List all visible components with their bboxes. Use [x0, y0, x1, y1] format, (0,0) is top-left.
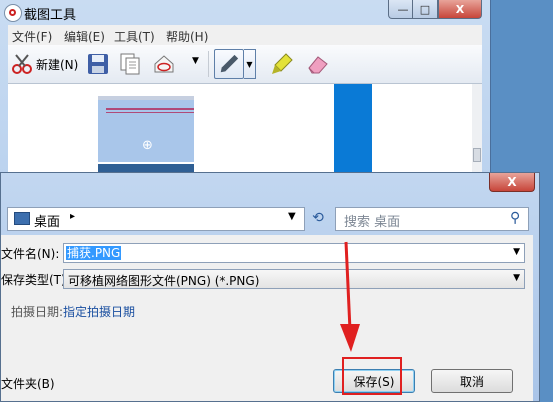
- search-placeholder: 搜索 桌面: [344, 215, 401, 230]
- filetype-select[interactable]: 可移植网络图形文件(PNG) (*.PNG) ▼: [63, 269, 525, 289]
- maximize-button[interactable]: □: [412, 0, 438, 19]
- thumbnail-line: [106, 108, 194, 110]
- search-box[interactable]: 搜索 桌面 ⚲: [335, 207, 529, 231]
- filename-dropdown-icon[interactable]: ▼: [513, 247, 520, 257]
- zoom-icon: ⊕: [142, 138, 153, 153]
- window-title: 截图工具: [24, 8, 77, 23]
- pen-dropdown-button[interactable]: ▼: [244, 49, 256, 79]
- date-label: 拍摄日期:: [11, 305, 64, 319]
- eraser-icon[interactable]: [306, 52, 330, 76]
- hide-folders-toggle[interactable]: 文件夹(B): [1, 375, 55, 392]
- annotation-arrow-icon: [340, 241, 360, 352]
- send-dropdown-arrow-icon[interactable]: ▼: [192, 56, 199, 66]
- filetype-value: 可移植网络图形文件(PNG) (*.PNG): [68, 274, 260, 288]
- close-button[interactable]: X: [438, 0, 482, 19]
- pen-icon: [220, 54, 239, 73]
- annotation-highlight-box: [342, 357, 402, 395]
- dialog-close-button[interactable]: X: [489, 173, 535, 192]
- save-as-dialog: X 桌面 ▸ ▼ ⟲ 搜索 桌面 ⚲ 文件名(N): 捕获.PNG ▼ 保存类型…: [0, 172, 540, 402]
- refresh-icon[interactable]: ⟲: [307, 207, 329, 229]
- snipping-tool-icon: [4, 4, 22, 22]
- scissors-icon: [12, 54, 32, 74]
- pen-button[interactable]: [214, 49, 244, 79]
- address-bar[interactable]: 桌面 ▸ ▼: [7, 207, 305, 231]
- title-bar: 截图工具 — □ X: [0, 0, 490, 24]
- search-icon[interactable]: ⚲: [510, 210, 520, 226]
- menu-tools[interactable]: 工具(T): [114, 28, 155, 45]
- filetype-label: 保存类型(T):: [1, 273, 70, 287]
- date-link[interactable]: 指定拍摄日期: [63, 303, 135, 320]
- filename-label: 文件名(N):: [1, 247, 60, 261]
- menu-file[interactable]: 文件(F): [12, 28, 52, 45]
- address-location[interactable]: 桌面: [34, 211, 60, 230]
- highlighter-icon[interactable]: [270, 52, 294, 76]
- toolbar: 新建(N) ▼ ▼: [8, 45, 482, 84]
- new-snip-button[interactable]: 新建(N): [10, 50, 80, 78]
- filename-input[interactable]: 捕获.PNG ▼: [63, 243, 525, 263]
- filename-value[interactable]: 捕获.PNG: [66, 246, 122, 260]
- menu-edit[interactable]: 编辑(E): [64, 28, 105, 45]
- menu-bar: 文件(F) 编辑(E) 工具(T) 帮助(H): [8, 25, 482, 46]
- breadcrumb-arrow-icon[interactable]: ▸: [70, 211, 75, 222]
- cancel-button[interactable]: 取消: [431, 369, 513, 393]
- desktop-folder-icon: [14, 212, 30, 225]
- send-icon[interactable]: [152, 52, 176, 76]
- address-dropdown-icon[interactable]: ▼: [288, 211, 296, 222]
- filetype-dropdown-icon[interactable]: ▼: [513, 273, 520, 283]
- captured-image-thumbnail: ⊕: [98, 96, 194, 162]
- dialog-body: 文件名(N): 捕获.PNG ▼ 保存类型(T): 可移植网络图形文件(PNG)…: [1, 235, 533, 401]
- new-snip-label: 新建(N): [36, 58, 79, 72]
- menu-help[interactable]: 帮助(H): [166, 28, 208, 45]
- save-icon[interactable]: [86, 52, 110, 76]
- toolbar-separator: [208, 51, 209, 77]
- scrollbar-thumb[interactable]: [473, 148, 481, 162]
- thumbnail-line: [106, 112, 194, 113]
- copy-icon[interactable]: [118, 52, 142, 76]
